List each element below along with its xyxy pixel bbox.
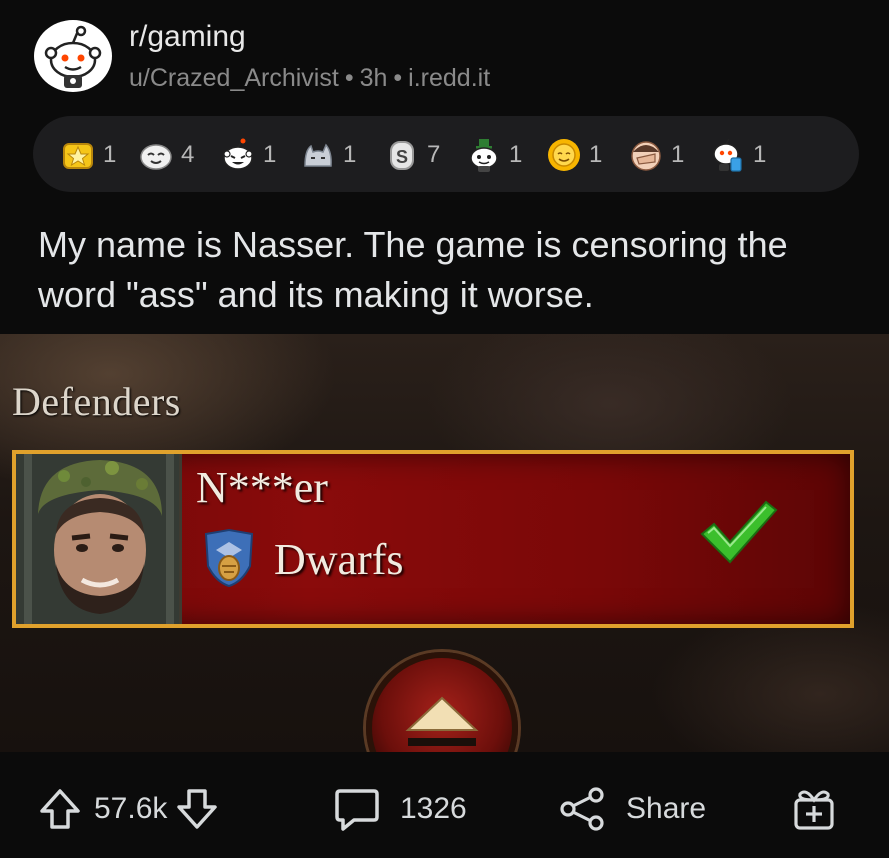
award-item[interactable]: 1 — [219, 136, 276, 174]
award-count: 1 — [343, 141, 357, 168]
award-count: 4 — [181, 141, 195, 168]
comment-icon — [335, 789, 379, 831]
awards-bar[interactable]: 1 4 1 1 S 7 1 1 1 1 — [33, 116, 859, 192]
post-title[interactable]: My name is Nasser. The game is censoring… — [38, 220, 868, 320]
award-item[interactable]: 1 — [545, 136, 602, 174]
award-item[interactable]: 1 — [299, 136, 356, 174]
post-image[interactable]: Defenders N***er Dwarfs — [0, 334, 889, 752]
gift-icon — [794, 790, 834, 830]
share-icon — [560, 787, 604, 831]
award-button[interactable] — [792, 786, 836, 832]
sun-award-icon — [548, 139, 580, 171]
award-count: 1 — [671, 141, 685, 168]
chevron-up-icon — [405, 696, 479, 746]
cat-award-icon — [304, 143, 332, 167]
author-link[interactable]: u/Crazed_Archivist — [129, 64, 339, 93]
player-panel: N***er Dwarfs — [12, 450, 854, 628]
post-meta: u/Crazed_Archivist • 3h • i.redd.it — [129, 64, 490, 93]
meta-separator: • — [344, 64, 354, 92]
award-item[interactable]: 1 — [465, 136, 522, 174]
subreddit-avatar-icon[interactable] — [34, 20, 112, 92]
player-portrait — [16, 454, 182, 624]
post-actions-bar: 57.6k 1326 Share — [0, 760, 889, 858]
downvote-icon[interactable] — [175, 787, 219, 831]
upvote-icon[interactable] — [38, 787, 82, 831]
post-age: 3h — [359, 64, 388, 92]
check-icon — [700, 500, 778, 564]
facepalm-award-icon — [631, 141, 661, 171]
defenders-label: Defenders — [12, 379, 181, 424]
snoo-drink-award-icon — [713, 138, 742, 172]
comment-count: 1326 — [400, 792, 467, 825]
scroll-up-button[interactable] — [366, 652, 518, 752]
post-domain[interactable]: i.redd.it — [408, 64, 490, 93]
silver-coin-award-icon: S — [390, 141, 414, 170]
snoo-laugh-award-icon — [223, 138, 253, 170]
comments-button[interactable]: 1326 — [334, 786, 467, 832]
award-item[interactable]: 1 — [627, 136, 684, 174]
award-count: 7 — [427, 141, 441, 168]
award-item[interactable]: S 7 — [383, 136, 440, 174]
subreddit-name[interactable]: r/gaming — [129, 20, 246, 54]
wholesome-award-icon — [140, 144, 172, 170]
award-item[interactable]: 1 — [59, 136, 116, 174]
post-header: r/gaming u/Crazed_Archivist • 3h • i.redd.it — [0, 0, 889, 110]
faction-name: Dwarfs — [274, 535, 404, 584]
award-count: 1 — [753, 141, 767, 168]
vote-count: 57.6k — [94, 792, 168, 825]
vote-controls: 57.6k — [38, 786, 219, 832]
award-count: 1 — [509, 141, 523, 168]
meta-separator: • — [393, 64, 403, 92]
share-label: Share — [626, 792, 707, 825]
award-count: 1 — [589, 141, 603, 168]
dwarfs-faction-icon — [204, 528, 254, 588]
player-name: N***er — [196, 463, 328, 512]
award-item[interactable]: 4 — [137, 136, 194, 174]
svg-text:S: S — [396, 147, 408, 167]
award-item[interactable]: 1 — [709, 136, 766, 174]
share-button[interactable]: Share — [558, 786, 706, 832]
gold-star-award-icon — [63, 143, 93, 169]
award-count: 1 — [103, 141, 117, 168]
snoo-top-hat-award-icon — [470, 139, 498, 172]
award-count: 1 — [263, 141, 277, 168]
